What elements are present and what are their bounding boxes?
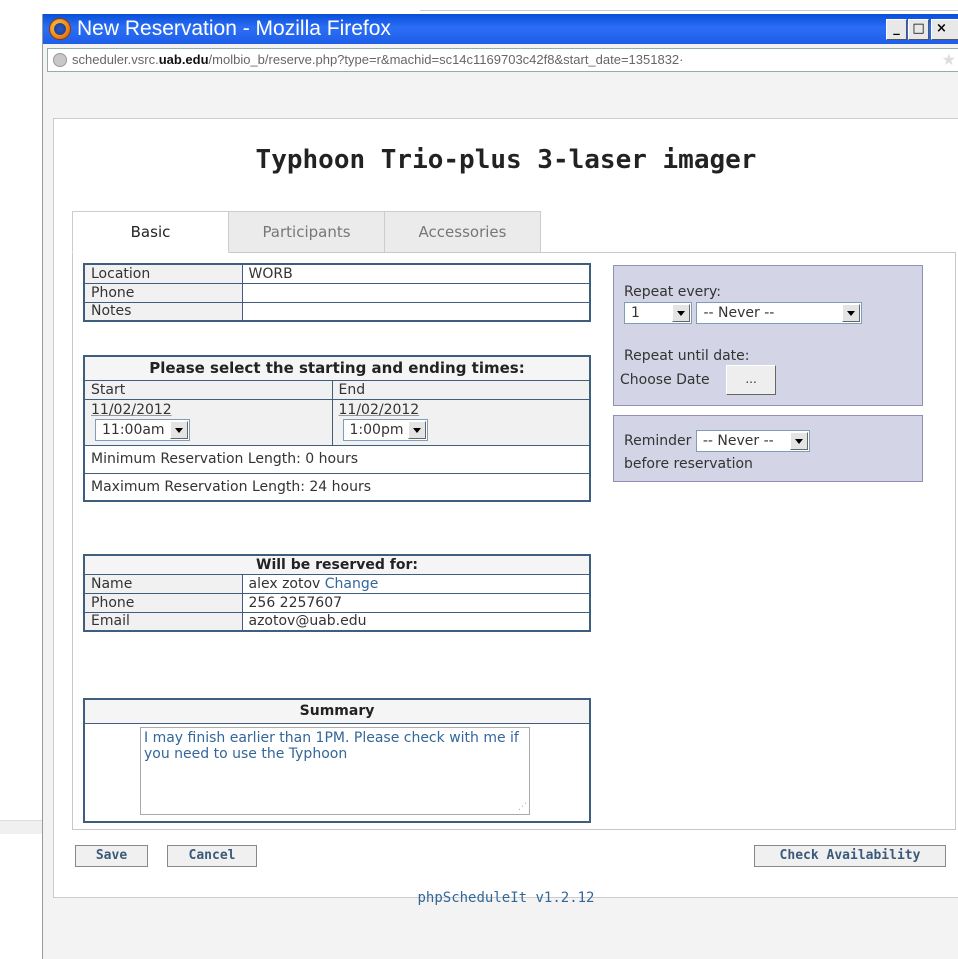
repeat-selects: 1 -- Never -- (624, 302, 863, 324)
reminder-suffix: before reservation (624, 456, 753, 472)
repeat-interval-value: -- Never -- (703, 305, 775, 321)
browser-popup-window: New Reservation - Mozilla Firefox _ □ × … (42, 14, 958, 959)
phone-value (241, 282, 591, 303)
end-date[interactable]: 11/02/2012 (339, 402, 420, 418)
basic-tab-panel: Location WORB Phone Notes Please select … (72, 252, 956, 830)
close-button[interactable]: × (931, 19, 958, 40)
summary-cell: I may finish earlier than 1PM. Please ch… (83, 722, 591, 822)
cancel-button[interactable]: Cancel (167, 845, 257, 867)
background-page (0, 0, 42, 959)
minimize-button[interactable]: _ (886, 19, 907, 40)
reminder-row: Reminder -- Never -- (624, 430, 810, 452)
reminder-select[interactable]: -- Never -- (695, 430, 810, 452)
url-domain: uab.edu (158, 52, 209, 67)
user-phone-label: Phone (83, 592, 243, 613)
start-time-value: 11:00am (102, 421, 165, 438)
phone-label: Phone (83, 282, 243, 303)
start-date[interactable]: 11/02/2012 (91, 402, 172, 418)
background-line (420, 10, 958, 11)
user-phone-value: 256 2257607 (241, 592, 591, 613)
save-button[interactable]: Save (75, 845, 148, 867)
address-bar[interactable]: scheduler.vsrc.uab.edu/molbio_b/reserve.… (47, 48, 958, 72)
reminder-label: Reminder (624, 433, 692, 449)
tab-participants[interactable]: Participants (228, 211, 385, 253)
repeat-interval-select[interactable]: -- Never -- (696, 302, 863, 324)
end-time-value: 1:00pm (349, 421, 404, 438)
resize-grip-icon[interactable]: ⋰ (518, 802, 527, 812)
summary-heading: Summary (83, 698, 591, 724)
reminder-panel: Reminder -- Never -- before reservation (613, 415, 923, 482)
reserved-for-heading: Will be reserved for: (83, 554, 591, 575)
url-prefix: scheduler.vsrc. (72, 52, 159, 67)
title-bar[interactable]: New Reservation - Mozilla Firefox _ □ × (43, 14, 958, 44)
chevron-down-icon (169, 420, 188, 439)
url-text[interactable]: scheduler.vsrc.uab.edu/molbio_b/reserve.… (72, 52, 684, 67)
url-suffix: /molbio_b/reserve.php?type=r&machid=sc14… (208, 52, 684, 67)
choose-date-row: Choose Date ... (620, 365, 777, 395)
notes-value (241, 301, 591, 322)
start-time-select[interactable]: 11:00am (95, 418, 190, 441)
chevron-down-icon (672, 304, 690, 322)
max-length: Maximum Reservation Length: 24 hours (83, 472, 591, 502)
times-table: Please select the starting and ending ti… (83, 355, 591, 502)
footer-version[interactable]: phpScheduleIt v1.2.12 (54, 890, 958, 906)
maximize-button[interactable]: □ (908, 19, 929, 40)
email-label: Email (83, 611, 243, 632)
repeat-count-value: 1 (631, 305, 640, 321)
repeat-every-label: Repeat every: (624, 284, 721, 300)
email-value: azotov@uab.edu (241, 611, 591, 632)
summary-text: I may finish earlier than 1PM. Please ch… (144, 729, 519, 762)
notes-label: Notes (83, 301, 243, 322)
min-length: Minimum Reservation Length: 0 hours (83, 444, 591, 474)
start-label: Start (83, 379, 333, 400)
choose-date-label: Choose Date (620, 372, 710, 388)
location-row: Location WORB (83, 263, 591, 284)
end-label: End (331, 379, 591, 400)
chevron-down-icon (408, 420, 427, 439)
choose-date-button[interactable]: ... (726, 365, 777, 395)
change-link[interactable]: Change (325, 576, 379, 592)
tab-accessories[interactable]: Accessories (384, 211, 541, 253)
phone-row: Phone (83, 282, 591, 303)
name-label: Name (83, 573, 243, 594)
location-label: Location (83, 263, 243, 284)
repeat-until-label: Repeat until date: (624, 348, 750, 364)
chevron-down-icon (789, 432, 808, 450)
end-time-select[interactable]: 1:00pm (342, 418, 429, 441)
repeat-count-select[interactable]: 1 (624, 302, 692, 324)
chevron-down-icon (842, 304, 861, 322)
end-datetime: 11/02/2012 1:00pm (331, 398, 591, 446)
repeat-panel: Repeat every: 1 -- Never -- Repeat until… (613, 265, 923, 406)
reservation-page: Typhoon Trio-plus 3-laser imager Basic P… (53, 118, 958, 906)
summary-table: Summary I may finish earlier than 1PM. P… (83, 698, 591, 823)
background-divider (0, 820, 42, 834)
window-title: New Reservation - Mozilla Firefox (77, 17, 391, 40)
summary-textarea[interactable]: I may finish earlier than 1PM. Please ch… (140, 726, 530, 815)
notes-row: Notes (83, 301, 591, 322)
name-value: alex zotov (248, 575, 321, 592)
times-heading: Please select the starting and ending ti… (83, 355, 591, 381)
page-title: Typhoon Trio-plus 3-laser imager (255, 145, 757, 175)
firefox-icon (49, 18, 71, 40)
reminder-value: -- Never -- (702, 433, 774, 449)
site-identity-icon[interactable] (53, 53, 67, 67)
reserved-for-table: Will be reserved for: Name alex zotov Ch… (83, 554, 591, 632)
bookmark-star-icon[interactable]: ★ (942, 50, 956, 69)
tab-basic[interactable]: Basic (72, 211, 229, 253)
location-value: WORB (241, 263, 591, 284)
start-datetime: 11/02/2012 11:00am (83, 398, 333, 446)
location-table: Location WORB Phone Notes (83, 263, 591, 322)
check-availability-button[interactable]: Check Availability (754, 845, 946, 867)
name-cell: alex zotov Change (241, 573, 591, 594)
